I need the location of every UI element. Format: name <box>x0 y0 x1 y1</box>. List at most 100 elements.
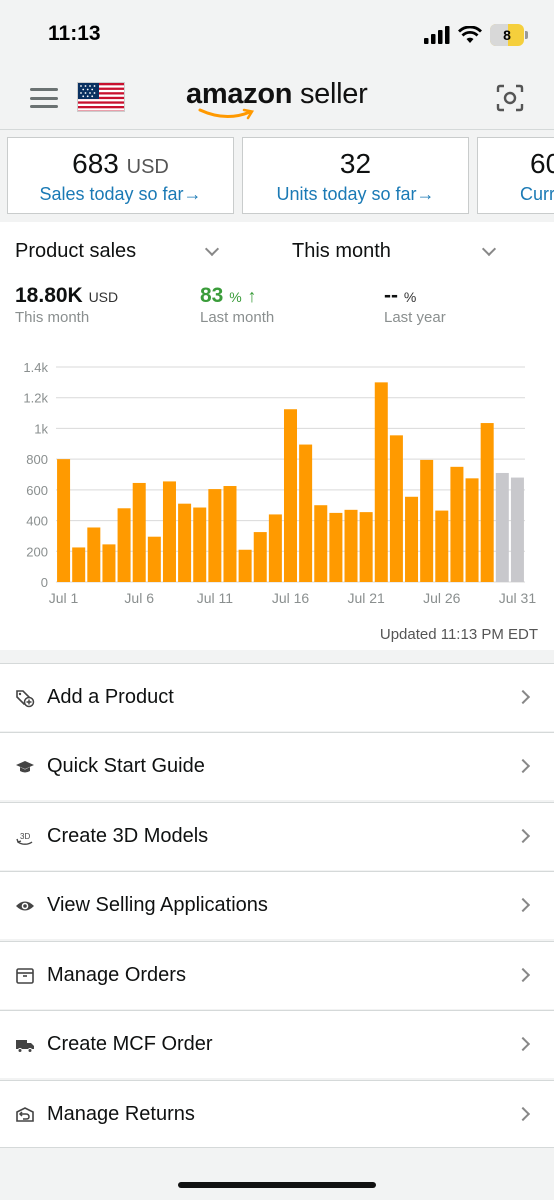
card-link[interactable]: Units today so far→ <box>243 184 468 205</box>
chart-bar <box>314 505 328 582</box>
action-menu: Add a Product Quick Start Guide 3D Creat… <box>0 650 554 1200</box>
stat-last-year-label: Last year <box>384 309 446 326</box>
menu-item-create-3d-models[interactable]: 3D Create 3D Models <box>0 802 554 870</box>
chart-bar <box>178 503 192 582</box>
menu-icon[interactable] <box>30 88 58 108</box>
menu-item-label: Manage Orders <box>47 964 186 986</box>
tag-plus-icon <box>16 690 35 708</box>
y-tick-label: 1.2k <box>23 391 48 406</box>
battery-level: 8 <box>503 27 511 43</box>
menu-item-manage-orders[interactable]: Manage Orders <box>0 941 554 1009</box>
status-time: 11:13 <box>48 22 101 45</box>
x-tick-label: Jul 21 <box>347 590 385 606</box>
x-tick-label: Jul 11 <box>197 590 234 606</box>
chevron-right-icon <box>515 967 531 983</box>
metric-dropdown[interactable]: Product sales <box>15 240 136 263</box>
chart-bar <box>465 478 479 582</box>
updated-timestamp: Updated 11:13 PM EDT <box>379 626 538 643</box>
box-icon <box>16 968 34 984</box>
chart-bar <box>87 527 101 582</box>
chevron-right-icon <box>515 1036 531 1052</box>
stat-last-year-value: -- % <box>384 284 417 307</box>
logo-amazon-text: amazon <box>186 78 293 110</box>
chart-bar <box>450 466 464 582</box>
arrow-right-icon: → <box>416 184 435 204</box>
menu-item-add-product[interactable]: Add a Product <box>0 663 554 731</box>
chart-bar <box>420 459 434 582</box>
metric-cards: 683 USD Sales today so far→ 32 Units tod… <box>0 130 554 222</box>
scan-icon[interactable] <box>496 84 524 112</box>
chevron-down-icon[interactable] <box>204 241 220 257</box>
arrow-right-icon: → <box>183 184 202 204</box>
sales-bar-chart: 0 200 400 600 800 1k 1.2k 1.4k Jul 1 Jul 6 Jul 11 J… <box>23 360 537 606</box>
card-link[interactable]: Sales today so far→ <box>8 184 233 205</box>
wifi-icon <box>458 26 482 43</box>
stat-this-month-value: 18.80K USD <box>15 284 119 307</box>
sales-chart-section: Product sales This month 18.80K USD This… <box>0 222 554 650</box>
graduation-cap-icon <box>16 761 34 773</box>
third-metric-card[interactable]: 60 Curre <box>477 137 554 214</box>
x-tick-label: Jul 6 <box>124 590 154 606</box>
chart-bar <box>208 489 222 582</box>
logo-seller-text: seller <box>299 78 368 110</box>
menu-item-label: View Selling Applications <box>47 894 268 916</box>
chart-bar <box>359 512 373 582</box>
sales-today-card[interactable]: 683 USD Sales today so far→ <box>7 137 234 214</box>
menu-item-label: Create 3D Models <box>47 825 209 847</box>
x-tick-label: Jul 31 <box>499 590 537 606</box>
chart-bar <box>283 409 298 582</box>
menu-item-label: Manage Returns <box>47 1103 195 1125</box>
y-tick-label: 200 <box>26 544 48 559</box>
3d-rotate-icon: 3D <box>16 832 33 845</box>
y-tick-label: 400 <box>26 514 48 529</box>
menu-item-manage-returns[interactable]: Manage Returns <box>0 1080 554 1148</box>
chart-bar <box>57 459 71 582</box>
chart-bar <box>299 444 313 582</box>
chart-bar <box>147 536 161 582</box>
chevron-right-icon <box>515 689 531 705</box>
chevron-right-icon <box>515 828 531 844</box>
chart-bar <box>72 547 86 582</box>
chart-bar <box>223 486 237 582</box>
y-tick-label: 1k <box>34 421 48 436</box>
return-box-icon <box>16 1107 34 1122</box>
status-bar: 11:13 8 <box>0 0 554 66</box>
chart-bar <box>238 549 252 582</box>
chart-bar <box>253 532 267 582</box>
card-link[interactable]: Curre <box>478 184 554 205</box>
home-indicator <box>178 1182 376 1188</box>
x-tick-label: Jul 1 <box>49 590 79 606</box>
menu-item-label: Create MCF Order <box>47 1033 213 1055</box>
y-tick-label: 600 <box>26 483 48 498</box>
chart-bar <box>480 423 494 582</box>
arrow-up-icon: ↑ <box>247 286 257 306</box>
chart-bar <box>268 514 282 582</box>
chart-bar <box>405 496 419 582</box>
chart-bar <box>102 544 116 582</box>
us-flag-icon[interactable] <box>77 82 125 112</box>
chart-bar <box>435 510 449 582</box>
chart-bar <box>374 382 388 582</box>
chart-bar <box>329 512 343 582</box>
card-value: 60 <box>530 148 554 179</box>
chart-bar <box>162 481 176 582</box>
chart-bar <box>117 508 131 582</box>
y-tick-label: 800 <box>26 452 48 467</box>
stat-last-month-label: Last month <box>200 309 275 326</box>
amazon-smile-icon <box>198 108 255 120</box>
units-today-card[interactable]: 32 Units today so far→ <box>242 137 469 214</box>
card-value: 32 <box>339 148 372 179</box>
chevron-right-icon <box>515 758 531 774</box>
battery-icon: 8 <box>490 24 528 46</box>
menu-item-create-mcf-order[interactable]: Create MCF Order <box>0 1010 554 1078</box>
period-dropdown[interactable]: This month <box>292 240 391 263</box>
amazon-seller-logo: amazon seller <box>186 78 368 111</box>
y-tick-label: 1.4k <box>23 360 48 375</box>
stat-last-month-value: 83 % ↑ <box>200 284 257 307</box>
menu-item-quick-start-guide[interactable]: Quick Start Guide <box>0 732 554 800</box>
chart-bar <box>344 509 358 582</box>
chevron-down-icon[interactable] <box>481 241 497 257</box>
app-header: amazon seller <box>0 66 554 130</box>
chart-bar <box>132 482 146 582</box>
menu-item-view-selling-applications[interactable]: View Selling Applications <box>0 871 554 939</box>
